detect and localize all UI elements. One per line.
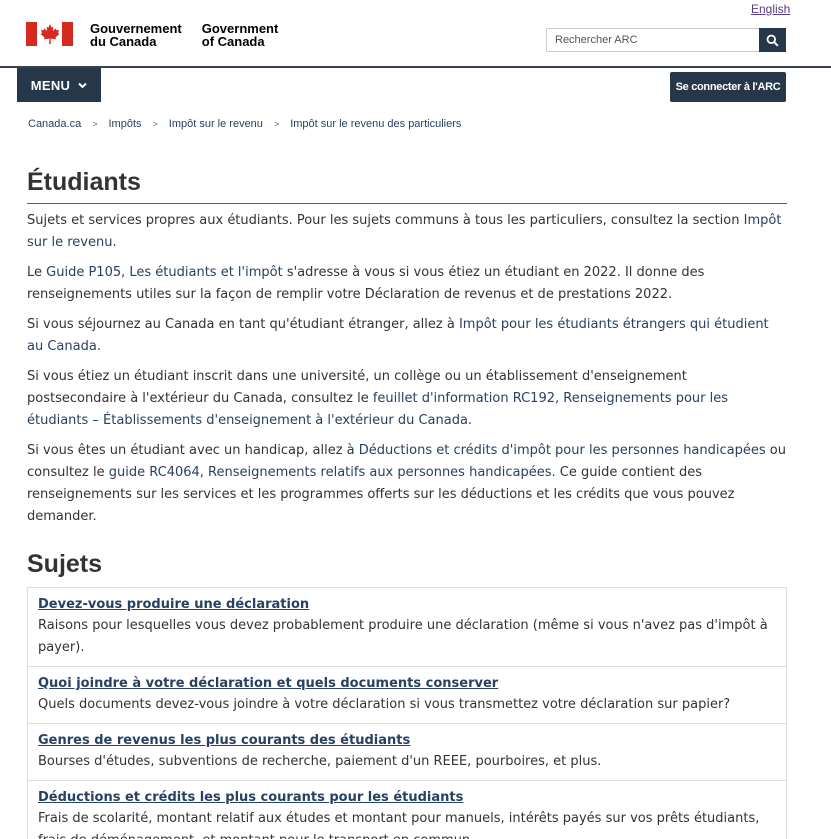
breadcrumb-impot-revenu[interactable]: Impôt sur le revenu (169, 118, 263, 130)
search-button[interactable] (759, 28, 786, 52)
list-item: Devez-vous produire une déclaration Rais… (28, 588, 786, 667)
page-title: Étudiants (27, 164, 787, 204)
chevron-down-icon (78, 82, 87, 88)
breadcrumb-separator-icon: > (152, 119, 158, 129)
search-form (546, 28, 786, 52)
guide-p105-link[interactable]: Guide P105, Les étudiants et l'impôt (46, 265, 283, 280)
header-divider (0, 66, 831, 68)
topics-heading: Sujets (27, 550, 103, 578)
search-input[interactable] (546, 28, 759, 52)
list-item: Déductions et crédits les plus courants … (28, 781, 786, 839)
topic-description: Bourses d'études, subventions de recherc… (38, 754, 602, 769)
signin-button[interactable]: Se connecter à l'ARC (670, 72, 786, 102)
disability-paragraph: Si vous êtes un étudiant avec un handica… (27, 443, 786, 524)
breadcrumb-separator-icon: > (92, 119, 98, 129)
topic-description: Quels documents devez-vous joindre à vot… (38, 697, 731, 712)
breadcrumb-impots[interactable]: Impôts (108, 118, 141, 130)
topic-link[interactable]: Devez-vous produire une déclaration (38, 597, 309, 612)
rc4064-link[interactable]: guide RC4064, Renseignements relatifs au… (109, 465, 552, 480)
signature-en: Government of Canada (201, 21, 279, 49)
language-toggle-link[interactable]: English (751, 2, 790, 16)
signature-fr: Gouvernement du Canada (90, 21, 182, 49)
breadcrumb-canada[interactable]: Canada.ca (28, 118, 81, 130)
government-signature[interactable]: Gouvernement du Canada Government of Can… (26, 22, 278, 48)
topics-list: Devez-vous produire une déclaration Rais… (27, 587, 787, 839)
topic-link[interactable]: Déductions et crédits les plus courants … (38, 790, 463, 805)
main-content: Étudiants Sujets et services propres aux… (27, 164, 787, 839)
topic-description: Frais de scolarité, montant relatif aux … (38, 811, 760, 839)
list-item: Quoi joindre à votre déclaration et quel… (28, 667, 786, 724)
breadcrumb: Canada.ca > Impôts > Impôt sur le revenu… (28, 118, 461, 130)
page: English Gouvernement du Canada Governmen… (0, 0, 831, 839)
breadcrumb-impot-particuliers[interactable]: Impôt sur le revenu des particuliers (290, 118, 461, 130)
search-icon (766, 34, 779, 47)
list-item: Genres de revenus les plus courants des … (28, 724, 786, 781)
topic-link[interactable]: Quoi joindre à votre déclaration et quel… (38, 676, 498, 691)
disability-credits-link[interactable]: Déductions et crédits d'impôt pour les p… (359, 443, 766, 458)
breadcrumb-separator-icon: > (273, 119, 280, 129)
guide-p105-paragraph: Le Guide P105, Les étudiants et l'impôt … (27, 265, 705, 302)
canada-flag-icon (26, 22, 73, 46)
menu-button[interactable]: MENU (17, 68, 101, 102)
abroad-paragraph: Si vous étiez un étudiant inscrit dans u… (27, 369, 729, 428)
topic-description: Raisons pour lesquelles vous devez proba… (38, 618, 768, 655)
intro-paragraph: Sujets et services propres aux étudiants… (27, 213, 782, 250)
menu-label: MENU (30, 77, 71, 93)
foreign-students-paragraph: Si vous séjournez au Canada en tant qu'é… (27, 317, 769, 354)
topic-link[interactable]: Genres de revenus les plus courants des … (38, 733, 410, 748)
